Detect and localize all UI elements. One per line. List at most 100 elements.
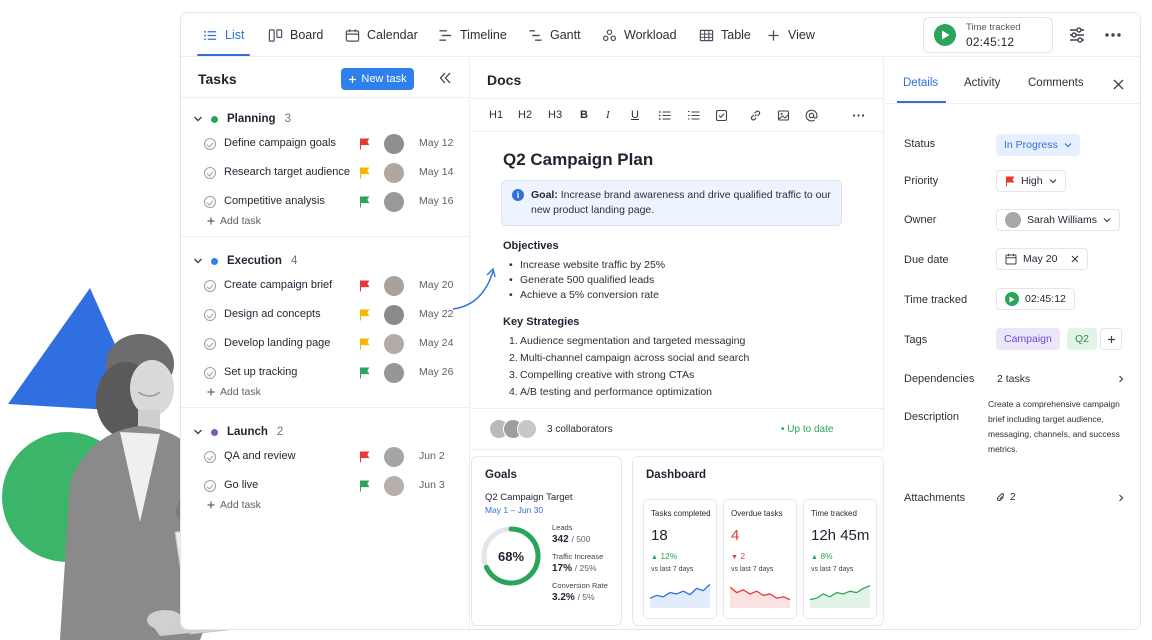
add-task-button[interactable]: Add task <box>207 499 261 511</box>
task-checkbox[interactable] <box>204 367 216 379</box>
play-icon[interactable] <box>934 24 956 46</box>
tab-timeline[interactable]: Timeline <box>438 13 507 57</box>
task-name: Set up tracking <box>224 366 298 378</box>
bullet-list-button[interactable] <box>658 108 671 122</box>
info-icon: i <box>512 189 524 201</box>
task-row[interactable]: Develop landing page May 24 <box>181 331 470 357</box>
task-name: Design ad concepts <box>224 308 321 320</box>
image-button[interactable] <box>777 108 790 122</box>
filter-settings-icon[interactable] <box>1068 26 1086 44</box>
image-icon <box>777 109 790 121</box>
stat-card[interactable]: Time tracked 12h 45m ▲ 8% vs last 7 days <box>803 499 877 619</box>
time-tracker[interactable]: Time tracked 02:45:12 <box>923 17 1053 53</box>
numbered-list-button[interactable] <box>687 108 700 122</box>
priority-flag-icon[interactable] <box>359 280 370 292</box>
stat-card[interactable]: Overdue tasks 4 ▼ 2 vs last 7 days <box>723 499 797 619</box>
priority-flag-icon[interactable] <box>359 196 370 208</box>
task-checkbox[interactable] <box>204 138 216 150</box>
tab-comments[interactable]: Comments <box>1028 77 1084 89</box>
tag-q2[interactable]: Q2 <box>1067 328 1098 350</box>
plus-icon <box>207 217 215 225</box>
task-checkbox[interactable] <box>204 196 216 208</box>
due-date-field[interactable]: May 20 <box>996 248 1089 270</box>
trend-arrow-icon: ▲ <box>651 554 658 561</box>
task-checkbox[interactable] <box>204 480 216 492</box>
close-icon[interactable] <box>1113 79 1124 90</box>
task-row[interactable]: Set up tracking May 26 <box>181 360 470 386</box>
group-header-0[interactable]: Planning 3 <box>193 110 291 128</box>
priority-flag-icon[interactable] <box>359 480 370 492</box>
task-checkbox[interactable] <box>204 309 216 321</box>
add-task-button[interactable]: Add task <box>207 215 261 227</box>
add-view-button[interactable]: View <box>766 13 815 57</box>
italic-button[interactable]: I <box>606 108 610 122</box>
collaborators-count[interactable]: 3 collaborators <box>547 424 613 435</box>
bold-button[interactable]: B <box>580 108 588 122</box>
dependencies-value[interactable]: 2 tasks <box>997 373 1030 385</box>
chevron-right-icon[interactable] <box>1117 494 1125 502</box>
group-header-2[interactable]: Launch 2 <box>193 423 283 441</box>
priority-flag-icon[interactable] <box>359 309 370 321</box>
group-header-1[interactable]: Execution 4 <box>193 252 297 270</box>
priority-flag-icon[interactable] <box>359 451 370 463</box>
owner-dropdown[interactable]: Sarah Williams <box>996 209 1121 231</box>
due-date-value: May 20 <box>1023 253 1058 265</box>
task-row[interactable]: Go live Jun 3 <box>181 473 470 499</box>
priority-flag-icon[interactable] <box>359 138 370 150</box>
priority-flag-icon[interactable] <box>359 167 370 179</box>
task-checkbox[interactable] <box>204 338 216 350</box>
strategy-item: 4. A/B testing and performance optimizati… <box>509 386 713 398</box>
checklist-button[interactable] <box>715 108 728 122</box>
tab-board[interactable]: Board <box>268 13 323 57</box>
clear-icon[interactable] <box>1071 255 1079 263</box>
group-name: Execution <box>227 255 282 267</box>
description-text[interactable]: Create a comprehensive campaign brief in… <box>988 397 1136 457</box>
status-dropdown[interactable]: In Progress <box>996 134 1080 156</box>
heading1-button[interactable]: H1 <box>489 108 503 122</box>
tab-table[interactable]: Table <box>699 13 751 57</box>
task-row[interactable]: Create campaign brief May 20 <box>181 273 470 299</box>
heading2-button[interactable]: H2 <box>518 108 532 122</box>
tag-campaign[interactable]: Campaign <box>996 328 1060 350</box>
more-options-button[interactable] <box>852 108 865 122</box>
tab-details[interactable]: Details <box>903 77 938 89</box>
heading3-button[interactable]: H3 <box>548 108 562 122</box>
new-task-button[interactable]: New task <box>341 68 414 90</box>
stat-comparison: vs last 7 days <box>811 566 854 573</box>
task-due-date: May 24 <box>419 337 454 349</box>
doc-footer: 3 collaborators • Up to date <box>471 408 883 450</box>
task-row[interactable]: Design ad concepts May 22 <box>181 302 470 328</box>
chevron-right-icon[interactable] <box>1117 375 1125 383</box>
avatar <box>384 363 404 383</box>
time-tracked-field[interactable]: 02:45:12 <box>996 288 1075 310</box>
collapse-panel-icon[interactable] <box>438 71 452 85</box>
task-row[interactable]: Define campaign goals May 12 <box>181 131 470 157</box>
add-task-button[interactable]: Add task <box>207 386 261 398</box>
attachments-count[interactable]: 2 <box>996 492 1016 503</box>
play-icon[interactable] <box>1005 292 1019 306</box>
chevron-down-icon <box>194 429 202 435</box>
link-button[interactable] <box>749 108 762 122</box>
tab-calendar[interactable]: Calendar <box>345 13 418 57</box>
tab-gantt[interactable]: Gantt <box>528 13 581 57</box>
priority-dropdown[interactable]: High <box>996 170 1066 192</box>
tab-list[interactable]: List <box>203 13 244 57</box>
priority-label: Priority <box>904 175 939 187</box>
task-checkbox[interactable] <box>204 167 216 179</box>
priority-flag-icon[interactable] <box>359 367 370 379</box>
task-checkbox[interactable] <box>204 280 216 292</box>
more-options-icon[interactable] <box>1104 26 1122 44</box>
task-row[interactable]: Competitive analysis May 16 <box>181 189 470 215</box>
link-icon <box>750 110 761 120</box>
add-tag-button[interactable] <box>1100 328 1122 350</box>
priority-flag-icon[interactable] <box>359 338 370 350</box>
task-row[interactable]: Research target audience May 14 <box>181 160 470 186</box>
stat-card[interactable]: Tasks completed 18 ▲ 12% vs last 7 days <box>643 499 717 619</box>
tab-activity[interactable]: Activity <box>964 77 1000 89</box>
task-checkbox[interactable] <box>204 451 216 463</box>
mention-button[interactable] <box>805 108 818 122</box>
underline-button[interactable]: U <box>631 108 639 122</box>
tab-workload[interactable]: Workload <box>602 13 677 57</box>
task-row[interactable]: QA and review Jun 2 <box>181 444 470 470</box>
goal-text: Goal: Increase brand awareness and drive… <box>531 188 831 218</box>
